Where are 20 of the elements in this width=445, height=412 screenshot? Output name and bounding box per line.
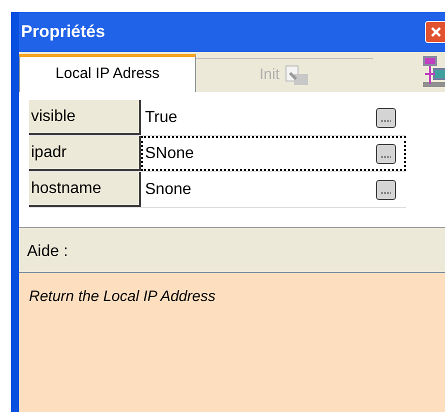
- property-value: SNone: [145, 144, 194, 164]
- help-text: Return the Local IP Address: [29, 288, 216, 305]
- property-name: visible: [29, 100, 141, 135]
- ellipsis-button[interactable]: [376, 180, 396, 200]
- help-label: Aide :: [27, 242, 68, 262]
- property-name: hostname: [29, 172, 141, 207]
- window-title: Propriétés: [20, 21, 106, 44]
- close-icon: [430, 26, 442, 38]
- property-row[interactable]: SNone: [141, 136, 406, 171]
- network-icon: [421, 54, 445, 90]
- close-button[interactable]: [425, 21, 445, 43]
- property-name: ipadr: [29, 136, 141, 171]
- property-value: Snone: [145, 180, 192, 200]
- property-row[interactable]: Snone: [141, 172, 406, 207]
- property-value: True: [145, 108, 178, 128]
- property-row[interactable]: True: [141, 100, 406, 135]
- ellipsis-button[interactable]: [376, 108, 396, 128]
- ellipsis-button[interactable]: [376, 144, 396, 164]
- tab[interactable]: Local IP Adress: [19, 54, 196, 92]
- document-icon: [284, 64, 310, 86]
